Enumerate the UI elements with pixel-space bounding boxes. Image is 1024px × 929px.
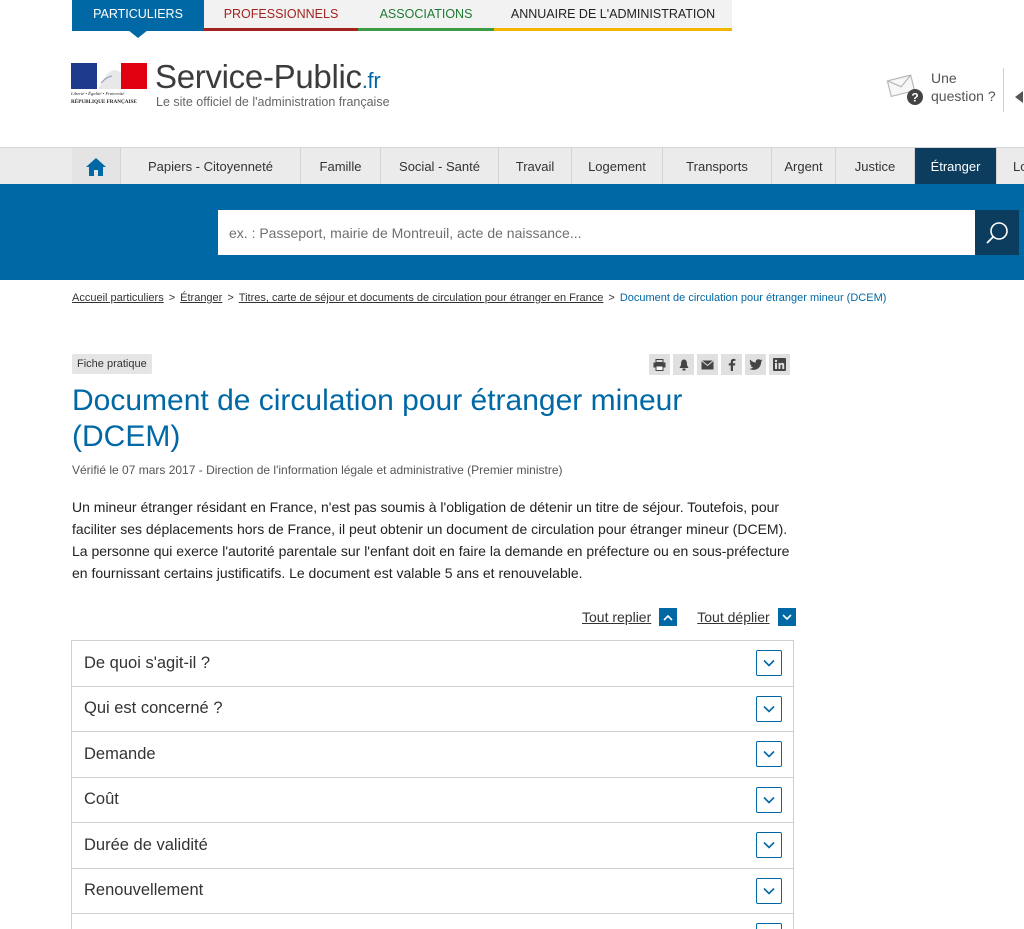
- arrow-left-icon[interactable]: [1014, 90, 1024, 103]
- accordion-expand-button[interactable]: [756, 695, 782, 722]
- search-input[interactable]: [218, 210, 975, 255]
- accordion-expand-button[interactable]: [756, 650, 782, 677]
- bell-icon[interactable]: [673, 354, 694, 375]
- svg-text:?: ?: [911, 91, 918, 105]
- accordion-section[interactable]: [72, 914, 793, 929]
- main-nav: Papiers - Citoyenneté Famille Social - S…: [0, 147, 1024, 185]
- accordion-section-label: Durée de validité: [84, 835, 208, 854]
- nav-papiers[interactable]: Papiers - Citoyenneté: [120, 148, 300, 185]
- search-icon: [986, 221, 1008, 244]
- breadcrumb-titres[interactable]: Titres, carte de séjour et documents de …: [239, 292, 604, 304]
- nav-home[interactable]: [72, 148, 120, 185]
- help-link[interactable]: ? Une question ?: [886, 68, 1004, 112]
- logo-republic: RÉPUBLIQUE FRANÇAISE: [71, 99, 137, 105]
- nav-travail[interactable]: Travail: [498, 148, 571, 185]
- nav-famille[interactable]: Famille: [300, 148, 380, 185]
- breadcrumb-accueil[interactable]: Accueil particuliers: [72, 292, 164, 304]
- chevron-down-icon: [763, 842, 775, 849]
- verified-date: Vérifié le 07 mars 2017 - Direction de l…: [72, 463, 563, 477]
- tab-annuaire[interactable]: ANNUAIRE DE L'ADMINISTRATION: [494, 0, 732, 31]
- nav-logement[interactable]: Logement: [571, 148, 662, 185]
- chevron-down-icon: [763, 660, 775, 667]
- expand-all-link[interactable]: Tout déplier: [697, 609, 769, 625]
- chevron-down-icon: [763, 796, 775, 804]
- flag-icon: [71, 63, 147, 89]
- nav-social-sante[interactable]: Social - Santé: [380, 148, 498, 185]
- header-divider: [1003, 68, 1004, 112]
- breadcrumb-separator: >: [168, 292, 176, 304]
- breadcrumb: Accueil particuliers > Étranger > Titres…: [72, 292, 886, 304]
- share-toolbar: [649, 354, 790, 376]
- audience-tabs: PARTICULIERS PROFESSIONNELS ASSOCIATIONS…: [72, 0, 732, 38]
- accordion: De quoi s'agit-il ? Qui est concerné ? D…: [71, 640, 794, 929]
- breadcrumb-separator: >: [608, 292, 615, 304]
- accordion-expand-button[interactable]: [756, 923, 782, 929]
- accordion-toggles: Tout replier Tout déplier: [582, 607, 796, 627]
- search-button[interactable]: [975, 210, 1019, 255]
- chevron-up-icon: [663, 614, 673, 621]
- nav-argent[interactable]: Argent: [771, 148, 835, 185]
- facebook-icon[interactable]: [721, 354, 742, 375]
- accordion-expand-button[interactable]: [756, 741, 782, 768]
- accordion-expand-button[interactable]: [756, 877, 782, 904]
- nav-justice[interactable]: Justice: [835, 148, 914, 185]
- accordion-section[interactable]: Durée de validité: [72, 823, 793, 869]
- fiche-badge: Fiche pratique: [72, 354, 152, 374]
- home-icon: [86, 157, 106, 176]
- site-tld: .fr: [361, 68, 381, 93]
- accordion-section-label: De quoi s'agit-il ?: [84, 653, 211, 672]
- accordion-section-label: Renouvellement: [84, 881, 204, 900]
- intro-paragraph: Un mineur étranger résidant en France, n…: [72, 499, 790, 581]
- expand-all-button[interactable]: [777, 608, 796, 626]
- accordion-section-label: Qui est concerné ?: [84, 699, 223, 718]
- linkedin-icon[interactable]: [769, 354, 790, 375]
- site-tagline: Le site officiel de l'administration fra…: [156, 95, 390, 109]
- accordion-section-label: Coût: [84, 790, 119, 809]
- collapse-all-button[interactable]: [659, 608, 678, 626]
- accordion-expand-button[interactable]: [756, 832, 782, 859]
- print-icon[interactable]: [649, 354, 670, 375]
- nav-loisirs[interactable]: Lo: [996, 148, 1024, 185]
- accordion-section[interactable]: Renouvellement: [72, 869, 793, 914]
- accordion-section[interactable]: Demande: [72, 732, 793, 778]
- marianne-logo[interactable]: Liberté • Égalité • Fraternité RÉPUBLIQU…: [71, 63, 147, 106]
- site-name[interactable]: Service-Public.fr: [155, 58, 381, 96]
- nav-transports[interactable]: Transports: [662, 148, 771, 185]
- help-label: Une question ?: [931, 70, 996, 104]
- tab-associations[interactable]: ASSOCIATIONS: [358, 0, 494, 31]
- collapse-all-link[interactable]: Tout replier: [582, 609, 651, 625]
- accordion-section[interactable]: Coût: [72, 778, 793, 823]
- page-title: Document de circulation pour étranger mi…: [72, 384, 683, 453]
- twitter-icon[interactable]: [745, 354, 766, 375]
- tab-professionnels[interactable]: PROFESSIONNELS: [204, 0, 358, 31]
- chevron-down-icon: [763, 751, 775, 758]
- accordion-section[interactable]: Qui est concerné ?: [72, 687, 793, 732]
- logo-motto: Liberté • Égalité • Fraternité: [71, 91, 125, 96]
- mail-icon[interactable]: [697, 354, 718, 375]
- chevron-down-icon: [763, 705, 775, 713]
- breadcrumb-etranger[interactable]: Étranger: [180, 292, 222, 304]
- chevron-down-icon: [782, 613, 792, 620]
- breadcrumb-current: Document de circulation pour étranger mi…: [619, 292, 887, 304]
- accordion-section[interactable]: De quoi s'agit-il ?: [72, 641, 793, 687]
- nav-etranger[interactable]: Étranger: [914, 148, 996, 185]
- tab-particuliers[interactable]: PARTICULIERS: [72, 0, 204, 38]
- breadcrumb-separator: >: [227, 292, 234, 304]
- envelope-question-icon: ?: [886, 74, 926, 106]
- chevron-down-icon: [763, 887, 775, 895]
- accordion-section-label: Demande: [84, 744, 156, 763]
- accordion-expand-button[interactable]: [756, 786, 782, 813]
